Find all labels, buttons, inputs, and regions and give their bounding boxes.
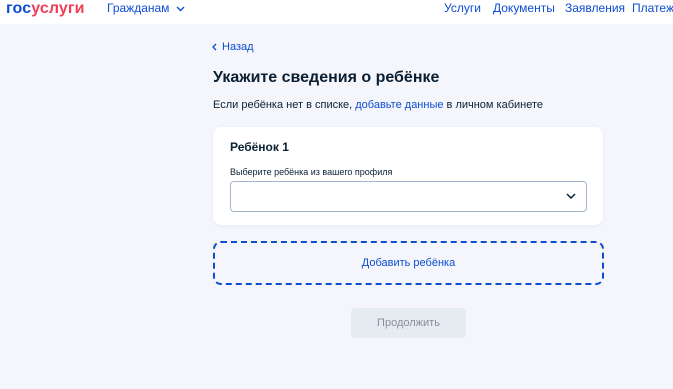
add-data-link[interactable]: добавьте данные	[355, 99, 443, 111]
select-child-label: Выберите ребёнка из вашего профиля	[230, 167, 393, 177]
logo-part-uslugi: услуги	[31, 0, 85, 17]
gosuslugi-logo[interactable]: госуслуги	[6, 0, 85, 18]
nav-applications[interactable]: Заявления	[565, 1, 625, 15]
chevron-down-icon	[566, 193, 576, 199]
logo-part-gos: гос	[6, 0, 32, 17]
child-card-title: Ребёнок 1	[230, 140, 289, 154]
top-header: госуслуги Гражданам Услуги Документы Зая…	[0, 0, 673, 24]
nav-documents[interactable]: Документы	[493, 1, 555, 15]
add-child-label: Добавить ребёнка	[361, 257, 456, 269]
info-text: Если ребёнка нет в списке, добавьте данн…	[213, 99, 543, 112]
child-card: Ребёнок 1 Выберите ребёнка из вашего про…	[213, 127, 603, 225]
back-link[interactable]: Назад	[212, 41, 254, 54]
chevron-down-icon	[176, 6, 185, 12]
page-title: Укажите сведения о ребёнке	[213, 69, 440, 86]
audience-label: Гражданам	[107, 1, 170, 15]
add-child-button[interactable]: Добавить ребёнка	[213, 241, 604, 285]
nav-services[interactable]: Услуги	[444, 1, 481, 15]
info-suffix: в личном кабинете	[443, 99, 544, 111]
select-child-dropdown[interactable]	[230, 181, 587, 212]
continue-label: Продолжить	[377, 317, 440, 329]
chevron-left-icon	[212, 43, 217, 51]
nav-payments[interactable]: Платежи	[632, 1, 673, 15]
continue-button[interactable]: Продолжить	[351, 308, 466, 338]
back-label: Назад	[222, 41, 254, 53]
info-prefix: Если ребёнка нет в списке,	[213, 99, 356, 111]
audience-dropdown[interactable]: Гражданам	[107, 1, 185, 15]
